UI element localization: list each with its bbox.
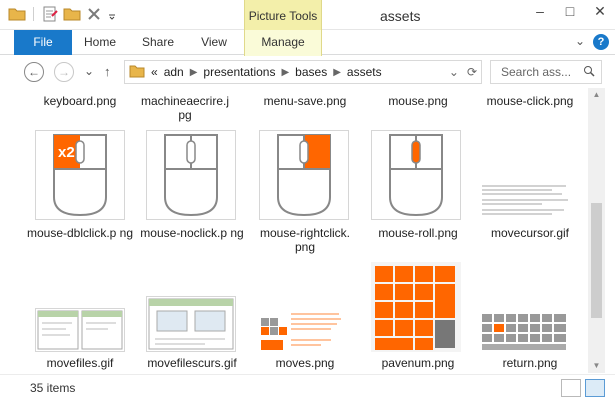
file-name: mouse-noclick.p ng (140, 226, 244, 240)
chevron-right-icon[interactable]: ▶ (190, 67, 198, 78)
close-icon[interactable]: ✕ (585, 0, 615, 22)
file-name: moves.png (275, 356, 335, 370)
file-name: pavenum.png (381, 356, 455, 370)
list-item[interactable]: movefilescurs.gif (137, 356, 247, 370)
large-icons-view-icon[interactable] (585, 379, 605, 397)
expand-ribbon-icon[interactable]: ⌄ (575, 34, 585, 50)
list-item[interactable]: mouse-noclick.p ng (137, 226, 247, 240)
list-item[interactable]: return.png (475, 356, 585, 370)
thumbnail-movefilescurs[interactable] (146, 296, 236, 352)
chevron-right-icon[interactable]: ▶ (333, 67, 341, 78)
breadcrumb-assets[interactable]: assets (347, 65, 382, 79)
customize-toolbar-icon[interactable] (107, 6, 117, 22)
up-icon[interactable]: ↑ (104, 64, 111, 79)
thumbnail-movefiles[interactable] (35, 308, 125, 352)
recent-locations-icon[interactable]: ⌄ (84, 64, 94, 78)
file-name: machineaecrire.j pg (140, 94, 230, 122)
thumbnail-moves[interactable] (259, 310, 349, 352)
file-name: movefilescurs.gif (147, 356, 237, 370)
tab-manage[interactable]: Manage (244, 30, 322, 56)
double-click-badge: x2 (58, 144, 75, 161)
list-item[interactable]: movecursor.gif (475, 226, 585, 240)
window-controls: – □ ✕ (525, 0, 615, 22)
list-item[interactable]: mouse-dblclick.p ng (25, 226, 135, 240)
ribbon-tabs: File Home Share View Manage ⌄ ? (0, 30, 615, 56)
list-item[interactable]: mouse-roll.png (363, 226, 473, 240)
forward-icon[interactable]: → (54, 62, 74, 82)
picture-tools-label: Picture Tools (244, 0, 322, 30)
scroll-up-icon[interactable]: ▲ (591, 90, 602, 100)
thumbnail-mouse-dblclick[interactable]: x2 (35, 130, 125, 220)
toolbar-separator (33, 7, 34, 21)
file-list: keyboard.png machineaecrire.j pg menu-sa… (8, 88, 586, 373)
ribbon-right-controls: ⌄ ? (575, 34, 609, 50)
file-name: mouse-rightclick. png (259, 226, 351, 254)
scroll-down-icon[interactable]: ▼ (591, 361, 602, 371)
thumbnail-movecursor[interactable] (480, 182, 570, 220)
maximize-icon[interactable]: □ (555, 0, 585, 22)
scrollbar-thumb[interactable] (591, 203, 602, 318)
quick-access-toolbar (8, 6, 117, 22)
address-bar[interactable]: « adn ▶ presentations ▶ bases ▶ assets ⌄… (124, 60, 482, 84)
list-item[interactable]: menu-save.png (250, 94, 360, 108)
file-name: mouse-dblclick.p ng (26, 226, 134, 240)
tab-home[interactable]: Home (80, 30, 120, 55)
tab-file[interactable]: File (14, 30, 72, 55)
folder-icon (8, 6, 26, 22)
tab-share[interactable]: Share (138, 30, 178, 55)
new-folder-icon[interactable] (63, 6, 81, 22)
navigation-bar: ← → ⌄ ↑ « adn ▶ presentations ▶ bases ▶ … (0, 56, 615, 88)
list-item[interactable]: movefiles.gif (25, 356, 135, 370)
search-placeholder: Search ass... (501, 65, 572, 79)
details-view-icon[interactable] (561, 379, 581, 397)
search-input[interactable]: Search ass... (490, 60, 602, 84)
breadcrumb-overflow[interactable]: « (151, 65, 158, 79)
status-bar: 35 items (0, 374, 615, 406)
folder-icon (129, 64, 145, 81)
help-icon[interactable]: ? (593, 34, 609, 50)
list-item[interactable]: mouse-rightclick. png (250, 226, 360, 254)
chevron-right-icon[interactable]: ▶ (281, 67, 289, 78)
list-item[interactable]: keyboard.png (25, 94, 135, 108)
breadcrumb-adn[interactable]: adn (164, 65, 184, 79)
file-name: keyboard.png (43, 94, 117, 108)
thumbnail-return[interactable] (480, 310, 570, 352)
tab-view[interactable]: View (194, 30, 234, 55)
file-name: mouse.png (388, 94, 448, 108)
breadcrumb-bases[interactable]: bases (295, 65, 327, 79)
list-item[interactable]: mouse-click.png (475, 94, 585, 108)
thumbnail-pavenum[interactable] (371, 262, 461, 352)
address-dropdown-icon[interactable]: ⌄ (449, 65, 459, 79)
delete-icon[interactable] (85, 6, 103, 22)
item-count: 35 items (30, 381, 76, 395)
list-item[interactable]: moves.png (250, 356, 360, 370)
title-bar: Picture Tools assets – □ ✕ (0, 0, 615, 30)
properties-icon[interactable] (41, 6, 59, 22)
list-item[interactable]: machineaecrire.j pg (137, 94, 233, 122)
file-name: movefiles.gif (46, 356, 114, 370)
window-title: assets (380, 8, 421, 24)
vertical-scrollbar[interactable]: ▲ ▼ (588, 88, 605, 373)
thumbnail-mouse-noclick[interactable] (146, 130, 236, 220)
file-name: mouse-click.png (486, 94, 574, 108)
list-item[interactable]: mouse.png (363, 94, 473, 108)
refresh-icon[interactable]: ⟳ (467, 65, 477, 79)
thumbnail-mouse-rightclick[interactable] (259, 130, 349, 220)
back-icon[interactable]: ← (24, 62, 44, 82)
file-name: menu-save.png (263, 94, 347, 108)
search-icon[interactable] (583, 65, 595, 80)
view-switcher (561, 379, 605, 397)
breadcrumb-presentations[interactable]: presentations (203, 65, 275, 79)
file-name: movecursor.gif (490, 226, 570, 240)
list-item[interactable]: pavenum.png (363, 356, 473, 370)
minimize-icon[interactable]: – (525, 0, 555, 22)
file-name: return.png (502, 356, 558, 370)
file-name: mouse-roll.png (378, 226, 458, 240)
thumbnail-mouse-roll[interactable] (371, 130, 461, 220)
